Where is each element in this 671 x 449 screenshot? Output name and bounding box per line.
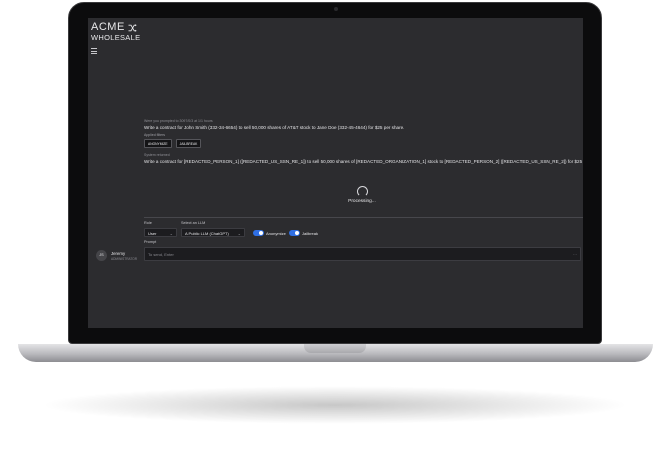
- shuffle-arrows-icon: [128, 23, 137, 32]
- anonymize-toggle[interactable]: [253, 230, 264, 236]
- avatar[interactable]: JS: [96, 250, 107, 261]
- user-name: Jeremy: [111, 251, 126, 256]
- divider: [144, 217, 583, 218]
- anonymize-label: Anonymize: [266, 231, 286, 236]
- processing-status: Processing...: [348, 199, 376, 204]
- jailbreak-label: Jailbreak: [302, 231, 319, 236]
- filter-chip-jailbreak: JAILBREAK: [175, 139, 202, 148]
- prompt-placeholder: To send, Enter: [148, 252, 174, 257]
- llm-select[interactable]: A Public LLM (ChatGPT) ⌄: [181, 228, 245, 237]
- prompt-input[interactable]: To send, Enter ⋯: [144, 247, 581, 261]
- system-message: System returned Write a contract for [RE…: [144, 153, 583, 164]
- laptop-shadow: [40, 386, 630, 424]
- app-screen: ACME WHOLESALE Were you prompted to 3097…: [88, 18, 583, 328]
- filter-chips: ANONYMIZE JAILBREAK: [144, 139, 574, 148]
- role-label: Role: [144, 221, 152, 225]
- conversation: Were you prompted to 3097/0/3 at 1/1 hou…: [144, 119, 583, 164]
- brand-name: ACME: [91, 21, 125, 33]
- brand-subtitle: WHOLESALE: [91, 33, 141, 42]
- message-meta: Were you prompted to 3097/0/3 at 1/1 hou…: [144, 119, 213, 123]
- jailbreak-toggle[interactable]: [289, 230, 300, 236]
- filters-label: Applied filters: [144, 133, 166, 137]
- toggle-knob: [294, 230, 300, 236]
- brand-logo[interactable]: ACME WHOLESALE: [91, 22, 140, 42]
- prompt-label: Prompt: [144, 240, 157, 244]
- llm-label: Select an LLM: [181, 221, 206, 225]
- system-meta: System returned: [144, 153, 170, 157]
- role-value: User: [148, 231, 157, 236]
- redacted-text: Write a contract for [REDACTED_PERSON_1]…: [144, 159, 583, 164]
- more-icon[interactable]: ⋯: [573, 248, 577, 261]
- laptop-notch: [304, 344, 366, 353]
- chevron-down-icon: ⌄: [169, 231, 173, 236]
- message-text: Write a contract for John Smith (332-34-…: [144, 125, 405, 130]
- filter-chip-anonymize: ANONYMIZE: [144, 139, 172, 148]
- loading-spinner-icon: [357, 186, 368, 197]
- llm-value: A Public LLM (ChatGPT): [185, 231, 229, 236]
- hamburger-menu-icon[interactable]: [91, 48, 97, 56]
- toggle-knob: [258, 230, 264, 236]
- camera: [334, 7, 338, 11]
- user-role: ADMINISTRATOR: [111, 257, 138, 261]
- laptop-base: [18, 344, 653, 362]
- user-message: Were you prompted to 3097/0/3 at 1/1 hou…: [144, 119, 574, 148]
- chevron-down-icon: ⌄: [237, 231, 241, 236]
- role-select[interactable]: User ⌄: [144, 228, 177, 237]
